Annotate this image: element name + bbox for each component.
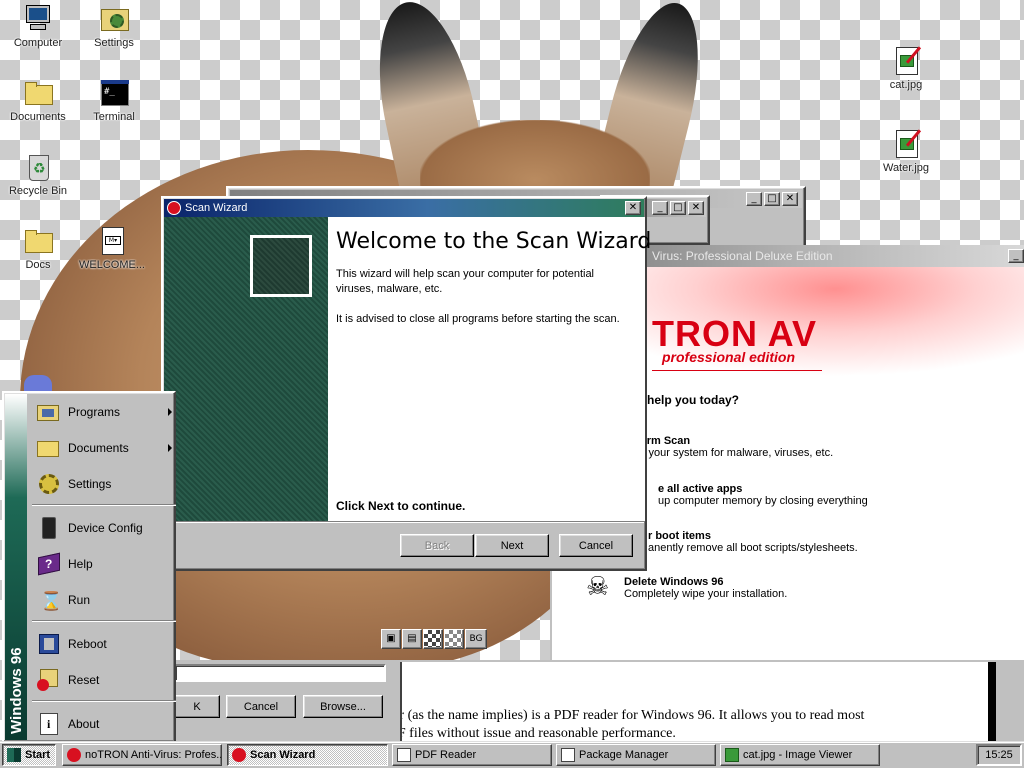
wizard-advice-text: It is advised to close all programs befo… (336, 313, 620, 325)
image-icon (725, 748, 739, 762)
av-option-scan[interactable]: orm Scan k your system for malware, viru… (640, 435, 833, 459)
wizard-content: Welcome to the Scan Wizard This wizard w… (328, 217, 651, 521)
image-file-icon (890, 45, 922, 77)
chevron-right-icon (168, 408, 172, 416)
recycle-bin-icon: ♻ (22, 151, 54, 183)
device-icon (36, 515, 62, 541)
pdf-scrollbar[interactable] (996, 662, 1024, 744)
wizard-title: Scan Wizard (185, 202, 248, 214)
ok-button[interactable]: K (174, 695, 220, 718)
minimize-icon[interactable]: _ (746, 192, 762, 206)
windows-logo-icon (7, 748, 21, 762)
wizard-continue-text: Click Next to continue. (336, 499, 466, 513)
desktop-icon-settings[interactable]: Settings (76, 3, 152, 49)
computer-icon (22, 3, 54, 35)
markdown-file-icon: M▾ (96, 225, 128, 257)
reboot-icon (36, 631, 62, 657)
taskbar-item-image-viewer[interactable]: cat.jpg - Image Viewer (720, 744, 880, 766)
av-option-boot-items[interactable]: r boot items anently remove all boot scr… (648, 530, 858, 554)
menu-item-device-config[interactable]: Device Config (30, 511, 178, 545)
window-scan-wizard: Scan Wizard ✕ Welcome to the Scan Wizard… (161, 196, 651, 571)
menu-item-settings[interactable]: Settings (30, 467, 178, 501)
stop-hand-icon (232, 748, 246, 762)
run-input[interactable] (174, 664, 386, 682)
pdf-page-border (988, 662, 996, 744)
taskbar-item-pdf-reader[interactable]: PDF Reader (392, 744, 552, 766)
close-icon[interactable]: ✕ (782, 192, 798, 206)
reset-icon (36, 667, 62, 693)
menu-item-about[interactable]: i About (30, 707, 178, 741)
antivirus-title: Virus: Professional Deluxe Edition (652, 249, 833, 263)
bg-button[interactable]: BG (465, 629, 487, 649)
terminal-icon: #_ (98, 77, 130, 109)
menu-item-help[interactable]: ? Help (30, 547, 178, 581)
desktop-icon-recycle-bin[interactable]: ♻ Recycle Bin (0, 151, 76, 197)
taskbar-item-scan-wizard[interactable]: Scan Wizard (227, 744, 388, 766)
desktop-icon-welcome[interactable]: M▾ WELCOME... (74, 225, 150, 271)
taskbar-item-antivirus[interactable]: noTRON Anti-Virus: Profes... (62, 744, 222, 766)
settings-folder-icon (98, 3, 130, 35)
minimize-icon[interactable]: _ (1008, 249, 1024, 263)
pdf-text-line-1: ader (as the name implies) is a PDF read… (380, 708, 865, 723)
settings-gear-icon (36, 471, 62, 497)
pdf-text-line-2: PDF files without issue and reasonable p… (380, 726, 676, 741)
package-icon (561, 748, 575, 762)
desktop-icon-docs[interactable]: Docs (0, 225, 76, 271)
wizard-heading: Welcome to the Scan Wizard (336, 229, 652, 254)
antivirus-logo-sub: professional edition (662, 349, 796, 365)
menu-item-documents[interactable]: Documents (30, 431, 178, 465)
start-button[interactable]: Start (2, 744, 56, 766)
document-icon (397, 748, 411, 762)
docs-folder-icon (22, 225, 54, 257)
desktop-icon-computer[interactable]: Computer (0, 3, 76, 49)
chevron-right-icon (168, 444, 172, 452)
wizard-sidebar (164, 217, 328, 521)
image-file-icon (890, 128, 922, 160)
maximize-icon[interactable]: □ (764, 192, 780, 206)
menu-item-reboot[interactable]: Reboot (30, 627, 178, 661)
browse-button[interactable]: Browse... (303, 695, 383, 718)
next-button[interactable]: Next (475, 534, 549, 557)
documents-folder-icon (36, 435, 62, 461)
wizard-titlebar[interactable]: Scan Wizard (164, 199, 644, 217)
stop-hand-icon (67, 748, 81, 762)
av-option-close-apps[interactable]: e all active apps up computer memory by … (658, 483, 868, 507)
help-book-icon: ? (36, 551, 62, 577)
desktop-icon-documents[interactable]: Documents (0, 77, 76, 123)
checker-bg-icon[interactable] (423, 629, 443, 649)
about-icon: i (36, 711, 62, 737)
wizard-logo-box (250, 235, 312, 297)
zoom-fit-icon[interactable]: ▣ (381, 629, 401, 649)
programs-folder-icon (36, 399, 62, 425)
desktop-icon-cat-jpg[interactable]: cat.jpg (868, 45, 944, 91)
minimize-icon[interactable]: _ (652, 201, 668, 215)
cancel-button[interactable]: Cancel (226, 695, 296, 718)
taskbar-item-package-manager[interactable]: Package Manager (556, 744, 716, 766)
av-option-delete-windows[interactable]: Delete Windows 96 Completely wipe your i… (624, 576, 787, 600)
image-viewer-toolbar: ▣ ▤ BG (381, 629, 487, 649)
start-menu-banner: Windows 96 (5, 394, 27, 740)
close-icon[interactable]: ✕ (688, 201, 704, 215)
close-icon[interactable]: ✕ (625, 201, 641, 215)
clock[interactable]: 15:25 (976, 744, 1022, 766)
zoom-actual-icon[interactable]: ▤ (402, 629, 422, 649)
menu-item-programs[interactable]: Programs (30, 395, 178, 429)
maximize-icon[interactable]: □ (670, 201, 686, 215)
stop-hand-icon (167, 201, 181, 215)
wizard-intro-text: This wizard will help scan your computer… (336, 268, 595, 295)
documents-folder-icon (22, 77, 54, 109)
cancel-button[interactable]: Cancel (559, 534, 633, 557)
window-run-dialog: K Cancel Browse... (170, 662, 402, 742)
desktop-icon-terminal[interactable]: #_ Terminal (76, 77, 152, 123)
menu-item-reset[interactable]: Reset (30, 663, 178, 697)
menu-item-run[interactable]: ⌛ Run (30, 583, 178, 617)
antivirus-question: help you today? (647, 393, 740, 407)
checker-bg-light-icon[interactable] (444, 629, 464, 649)
skull-crossbones-icon: ☠ (586, 572, 610, 602)
desktop-icon-water-jpg[interactable]: Water.jpg (868, 128, 944, 174)
back-button[interactable]: Back (400, 534, 474, 557)
run-icon: ⌛ (40, 591, 63, 612)
start-menu: Windows 96 Programs Documents Settings D… (2, 391, 176, 743)
